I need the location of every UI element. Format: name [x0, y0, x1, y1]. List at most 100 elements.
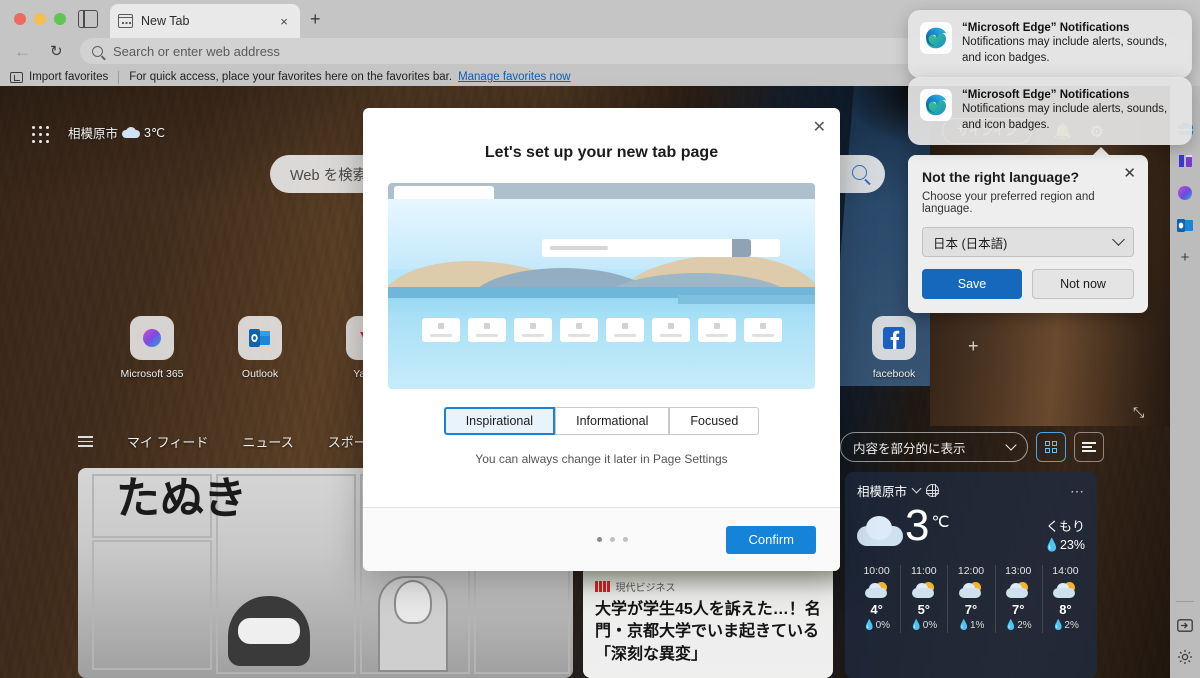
hour-temp: 4°: [870, 602, 883, 617]
weather-city[interactable]: 相模原市: [857, 481, 907, 500]
close-icon[interactable]: ✕: [1123, 166, 1136, 181]
option-focused[interactable]: Focused: [669, 407, 760, 435]
news-card-source-name: 現代ビジネス: [615, 582, 676, 594]
weather-hour-item[interactable]: 12:00 7° 💧1%: [947, 561, 994, 637]
shortcut-microsoft-365[interactable]: Microsoft 365: [120, 316, 184, 380]
page-dot[interactable]: [623, 537, 628, 542]
save-button[interactable]: Save: [922, 269, 1022, 299]
window-controls: [14, 13, 66, 25]
weather-hour-item[interactable]: 11:00 5° 💧0%: [900, 561, 947, 637]
hour-time: 13:00: [1005, 565, 1032, 577]
weather-hourly-list: 10:00 4° 💧0% 11:00 5° 💧0% 12:00 7° 💧1% 1…: [845, 553, 1097, 637]
hour-time: 10:00: [863, 565, 890, 577]
dialog-hint: You can always change it later in Page S…: [475, 452, 728, 466]
maximize-window-button[interactable]: [54, 13, 66, 25]
chevron-down-icon[interactable]: [911, 483, 922, 494]
microsoft-365-icon[interactable]: [1176, 184, 1194, 202]
hour-precipitation: 💧2%: [1051, 620, 1079, 631]
language-region-select[interactable]: 日本 (日本語): [922, 227, 1134, 257]
confirm-button[interactable]: Confirm: [726, 525, 816, 554]
content-visibility-select[interactable]: 内容を部分的に表示: [840, 432, 1028, 462]
preview-tile: [467, 318, 506, 342]
import-favorites-label[interactable]: Import favorites: [29, 71, 108, 83]
layout-option-group: Inspirational Informational Focused: [363, 407, 840, 435]
search-icon: [92, 45, 103, 57]
shortcut-label: facebook: [872, 368, 916, 380]
globe-icon[interactable]: [926, 484, 940, 497]
mini-weather[interactable]: 相模原市 3℃: [68, 123, 165, 142]
weather-hour-item[interactable]: 13:00 7° 💧2%: [994, 561, 1042, 637]
manage-favorites-link[interactable]: Manage favorites now: [458, 71, 571, 83]
shortcut-outlook[interactable]: Outlook: [228, 316, 292, 380]
hour-temp: 7°: [1011, 602, 1025, 617]
screenshot-root: 相模原市 3℃ サインイン 🔔 ⚙ Web を検索 Microsoft 365: [0, 0, 1200, 678]
language-region-value: 日本 (日本語): [933, 236, 1008, 251]
import-favorites-icon[interactable]: [10, 71, 23, 83]
page-dot[interactable]: [597, 537, 602, 542]
partly-cloudy-icon: [911, 582, 936, 598]
list-view-icon[interactable]: [1074, 432, 1104, 462]
feed-tab-my-feed[interactable]: マイ フィード: [127, 432, 208, 451]
customize-sidebar-icon[interactable]: [1176, 616, 1194, 634]
close-icon[interactable]: ×: [276, 15, 292, 28]
notification-toast[interactable]: “Microsoft Edge” Notifications Notificat…: [908, 77, 1192, 146]
back-button[interactable]: ←: [14, 42, 31, 62]
apps-grid-icon[interactable]: [32, 126, 50, 144]
dialog-page-dots: [597, 537, 628, 542]
minimize-window-button[interactable]: [34, 13, 46, 25]
dialog-footer: Confirm: [363, 507, 840, 571]
hour-time: 11:00: [911, 565, 937, 577]
option-inspirational[interactable]: Inspirational: [443, 407, 556, 435]
shortcut-facebook[interactable]: facebook: [862, 316, 926, 380]
weather-hour-item[interactable]: 14:00 8° 💧2%: [1041, 561, 1089, 637]
partly-cloudy-icon: [864, 582, 889, 598]
weather-unit: ℃: [931, 514, 950, 531]
reload-button[interactable]: ↻: [50, 42, 63, 62]
hour-temp: 8°: [1059, 602, 1072, 617]
games-icon[interactable]: [1176, 152, 1194, 170]
notification-toast[interactable]: “Microsoft Edge” Notifications Notificat…: [908, 10, 1192, 79]
option-informational[interactable]: Informational: [555, 407, 670, 435]
edge-sidebar: +: [1170, 86, 1200, 678]
hour-precipitation: 💧0%: [910, 620, 938, 631]
preview-tile: [421, 318, 460, 342]
hour-temp: 7°: [964, 602, 978, 617]
sidebar-toggle-icon[interactable]: [78, 10, 98, 28]
cloud-icon: [122, 127, 141, 138]
add-shortcut-button[interactable]: +: [968, 336, 979, 357]
preview-tab: [394, 186, 494, 199]
close-icon[interactable]: ✕: [813, 120, 826, 136]
expand-wallpaper-icon[interactable]: ⤡: [1133, 404, 1144, 421]
grid-view-icon[interactable]: [1036, 432, 1066, 462]
cloudy-icon: [857, 516, 903, 546]
mini-weather-temp: 3℃: [144, 126, 166, 140]
sidebar-bottom-group: [1176, 616, 1194, 678]
weather-hour-item[interactable]: 10:00 4° 💧0%: [853, 561, 900, 637]
outlook-icon[interactable]: [1176, 216, 1194, 234]
settings-icon[interactable]: [1176, 648, 1194, 666]
language-popup-title: Not the right language?: [922, 169, 1080, 185]
preview-tile: [697, 318, 736, 342]
notification-body: Notifications may include alerts, sounds…: [962, 103, 1168, 131]
feed-tab-news[interactable]: ニュース: [242, 432, 293, 451]
weather-widget[interactable]: 相模原市 ⋯ 3 ℃ くもり 💧23% 10:00 4° 💧0% 11:00 5…: [845, 472, 1097, 678]
tab-page-icon: [118, 14, 133, 28]
tab-new-tab[interactable]: New Tab ×: [110, 4, 300, 38]
page-dot[interactable]: [610, 537, 615, 542]
close-window-button[interactable]: [14, 13, 26, 25]
hamburger-menu-icon[interactable]: [78, 433, 93, 450]
preview-shortcut-tiles: [388, 318, 815, 342]
news-card-source: 現代ビジネス: [595, 579, 821, 594]
feed-nav: マイ フィード ニュース スポーツ: [78, 432, 379, 451]
news-card-overlay: 現代ビジネス 大学が学生45人を訴えた…！名門・京都大学でいま起きている「深刻な…: [583, 568, 833, 678]
more-options-icon[interactable]: ⋯: [1070, 484, 1085, 498]
microsoft-365-icon: [130, 316, 174, 360]
language-popup: Not the right language? ✕ Choose your pr…: [908, 147, 1148, 313]
search-icon[interactable]: [852, 165, 867, 180]
hour-precipitation: 💧0%: [863, 620, 891, 631]
not-now-button[interactable]: Not now: [1032, 269, 1134, 299]
new-tab-button[interactable]: +: [310, 10, 321, 28]
add-tool-icon[interactable]: +: [1176, 248, 1194, 266]
notification-body: Notifications may include alerts, sounds…: [962, 36, 1168, 64]
new-tab-preview-illustration: [388, 183, 815, 389]
